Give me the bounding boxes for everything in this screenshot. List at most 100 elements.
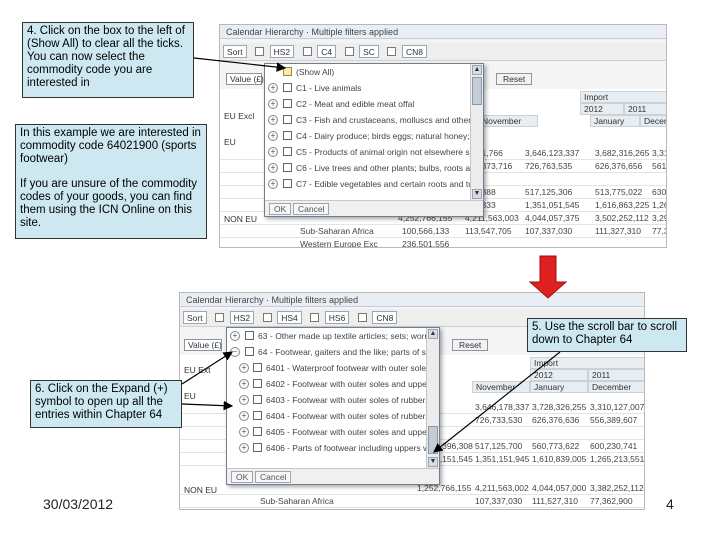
bottom-november-header: November (472, 381, 530, 393)
scroll-thumb[interactable] (472, 77, 482, 105)
top-january-header: January (590, 115, 640, 127)
bottom-filter-box-hs2[interactable] (215, 313, 225, 322)
item-checkbox[interactable] (283, 131, 292, 140)
ok-button[interactable]: OK (269, 203, 292, 215)
list-item[interactable]: + 6401 - Waterproof footwear with outer … (227, 360, 439, 376)
item-checkbox[interactable] (283, 179, 292, 188)
expand-icon[interactable]: + (268, 131, 278, 141)
expand-icon[interactable]: + (239, 379, 249, 389)
top-filter-box-sc[interactable] (344, 47, 354, 56)
bottom-hs2-filter[interactable]: HS2 (229, 311, 255, 324)
list-item[interactable]: (Show All) (265, 64, 469, 80)
top-filter-box-cn8[interactable] (387, 47, 397, 56)
list-item[interactable]: − 64 - Footwear, gaiters and the like; p… (227, 344, 439, 360)
list-item[interactable]: + 6402 - Footwear with outer soles and u… (227, 376, 439, 392)
cancel-button[interactable]: Cancel (255, 471, 292, 483)
scroll-thumb[interactable] (428, 426, 438, 454)
footer-date: 30/03/2012 (43, 496, 114, 512)
list-item[interactable]: + C2 - Meat and edible meat offal (265, 96, 469, 112)
expand-icon[interactable]: + (239, 411, 249, 421)
list-item[interactable]: + C5 - Products of animal origin not els… (265, 144, 483, 160)
top-december-header: Decer (640, 115, 666, 127)
item-checkbox[interactable] (245, 331, 254, 340)
collapse-icon[interactable]: − (230, 347, 240, 357)
expand-icon[interactable]: + (239, 427, 249, 437)
top-popup-footer: OK Cancel (265, 200, 483, 216)
bottom-filter-box-hs6[interactable] (310, 313, 320, 322)
item-checkbox[interactable] (283, 115, 292, 124)
scroll-up-icon[interactable]: ▲ (428, 329, 438, 339)
top-cn8-filter[interactable]: CN8 (401, 45, 427, 58)
scroll-up-icon[interactable]: ▲ (472, 65, 482, 75)
bottom-january-header: January (530, 381, 588, 393)
list-item[interactable]: + C4 - Dairy produce; birds eggs; natura… (265, 128, 483, 144)
list-item[interactable]: + 63 - Other made up textile articles; s… (227, 328, 439, 344)
bottom-sort-button[interactable]: Sort (183, 311, 207, 324)
expand-icon[interactable]: + (268, 115, 278, 125)
scroll-down-icon[interactable]: ▼ (472, 189, 482, 199)
top-popup-scrollbar[interactable]: ▲ ▼ (470, 64, 483, 200)
item-checkbox[interactable] (283, 83, 292, 92)
top-filter-box-c4[interactable] (302, 47, 312, 56)
bottom-popup-scrollbar[interactable]: ▲ ▼ (426, 328, 439, 468)
item-checkbox[interactable] (253, 379, 262, 388)
list-item[interactable]: + 6406 - Parts of footwear including upp… (227, 440, 439, 456)
bottom-filter-box-cn8[interactable] (357, 313, 367, 322)
callout-example-text: In this example we are interested in com… (20, 127, 201, 165)
expand-icon[interactable]: + (268, 163, 278, 173)
bottom-value-select[interactable]: Value (£) (184, 339, 222, 351)
bottom-2011-header: 2011 (588, 369, 644, 381)
callout-step5: 5. Use the scroll bar to scroll down to … (527, 318, 687, 352)
item-checkbox[interactable] (283, 163, 292, 172)
item-checkbox[interactable] (245, 347, 254, 356)
screenshot-top: Calendar Hierarchy · Multiple filters ap… (219, 24, 667, 248)
item-checkbox[interactable] (253, 395, 262, 404)
bottom-december-header: December (588, 381, 644, 393)
expand-icon[interactable]: + (268, 147, 278, 157)
top-c4-filter[interactable]: C4 (317, 45, 337, 58)
bottom-region-eu-ext: EU Ext (184, 365, 211, 375)
item-checkbox[interactable] (283, 99, 292, 108)
list-item[interactable]: + C7 - Edible vegetables and certain roo… (265, 176, 483, 192)
bottom-region-eu: EU (184, 391, 196, 401)
callout-example: In this example we are interested in com… (15, 124, 207, 239)
item-checkbox[interactable] (253, 443, 262, 452)
expand-icon[interactable]: + (230, 331, 240, 341)
expand-icon[interactable]: + (239, 443, 249, 453)
list-item[interactable]: + 6405 - Footwear with outer soles and u… (227, 424, 434, 440)
callout-unsure-text: If you are unsure of the commodity codes… (20, 178, 198, 229)
item-checkbox[interactable] (253, 411, 262, 420)
list-item[interactable]: + C3 - Fish and crustaceans, molluscs an… (265, 112, 483, 128)
item-checkbox[interactable] (253, 363, 262, 372)
list-item[interactable]: + C6 - Live trees and other plants; bulb… (265, 160, 483, 176)
bottom-cn8-filter[interactable]: CN8 (372, 311, 398, 324)
ok-button[interactable]: OK (231, 471, 254, 483)
list-item[interactable]: + 6403 - Footwear with outer soles of ru… (227, 392, 439, 408)
bottom-reset-button[interactable]: Reset (452, 339, 489, 351)
top-2012-header: 2012 (580, 103, 624, 115)
expand-icon[interactable]: + (268, 99, 278, 109)
cancel-button[interactable]: Cancel (293, 203, 330, 215)
top-value-select[interactable]: Value (£) (226, 73, 264, 85)
item-checkbox[interactable] (283, 147, 292, 156)
top-sort-button[interactable]: Sort (223, 45, 247, 58)
bottom-hs6-filter[interactable]: HS6 (324, 311, 350, 324)
table-row: Sub-Saharan Africa 107,337,030 111,527,3… (180, 495, 644, 508)
list-item[interactable]: + C1 - Live animals (265, 80, 469, 96)
expand-icon[interactable]: + (239, 363, 249, 373)
bottom-2012-header: 2012 (530, 369, 588, 381)
scroll-down-icon[interactable]: ▼ (428, 457, 438, 467)
show-all-checkbox[interactable] (283, 67, 292, 76)
top-filter-box-hs2[interactable] (255, 47, 265, 56)
expand-icon[interactable]: + (268, 179, 278, 189)
bottom-hs4-filter[interactable]: HS4 (277, 311, 302, 324)
list-item[interactable]: + 6404 - Footwear with outer soles of ru… (227, 408, 439, 424)
expand-icon[interactable]: + (239, 395, 249, 405)
bottom-filter-box-hs4[interactable] (262, 313, 272, 322)
callout-step4-text: 4. Click on the box to the left of (Show… (27, 25, 185, 89)
top-sc-filter[interactable]: SC (359, 45, 379, 58)
expand-icon[interactable]: + (268, 83, 278, 93)
item-checkbox[interactable] (253, 427, 262, 436)
top-hs2-filter[interactable]: HS2 (269, 45, 295, 58)
top-reset-button[interactable]: Reset (496, 73, 533, 85)
